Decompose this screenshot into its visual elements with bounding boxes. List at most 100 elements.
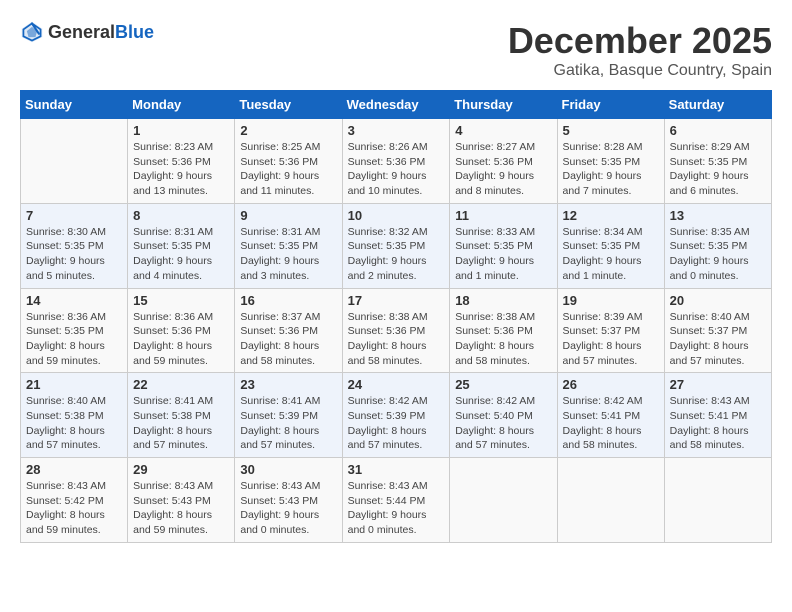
day-info: Sunrise: 8:40 AMSunset: 5:38 PMDaylight:… — [26, 394, 122, 453]
day-info: Sunrise: 8:36 AMSunset: 5:36 PMDaylight:… — [133, 310, 229, 369]
calendar-table: SundayMondayTuesdayWednesdayThursdayFrid… — [20, 90, 772, 543]
day-of-week-monday: Monday — [128, 91, 235, 119]
day-info: Sunrise: 8:41 AMSunset: 5:39 PMDaylight:… — [240, 394, 336, 453]
logo-general: General — [48, 22, 115, 42]
day-number: 31 — [348, 462, 445, 477]
day-cell: 14 Sunrise: 8:36 AMSunset: 5:35 PMDayligh… — [21, 288, 128, 373]
main-title: December 2025 — [508, 20, 772, 62]
day-cell: 16 Sunrise: 8:37 AMSunset: 5:36 PMDayligh… — [235, 288, 342, 373]
day-cell: 17 Sunrise: 8:38 AMSunset: 5:36 PMDayligh… — [342, 288, 450, 373]
day-number: 6 — [670, 123, 766, 138]
day-info: Sunrise: 8:42 AMSunset: 5:39 PMDaylight:… — [348, 394, 445, 453]
day-info: Sunrise: 8:28 AMSunset: 5:35 PMDaylight:… — [563, 140, 659, 199]
day-number: 17 — [348, 293, 445, 308]
day-cell: 10 Sunrise: 8:32 AMSunset: 5:35 PMDayligh… — [342, 203, 450, 288]
day-info: Sunrise: 8:25 AMSunset: 5:36 PMDaylight:… — [240, 140, 336, 199]
day-number: 19 — [563, 293, 659, 308]
day-cell: 26 Sunrise: 8:42 AMSunset: 5:41 PMDayligh… — [557, 373, 664, 458]
day-cell: 21 Sunrise: 8:40 AMSunset: 5:38 PMDayligh… — [21, 373, 128, 458]
day-info: Sunrise: 8:38 AMSunset: 5:36 PMDaylight:… — [348, 310, 445, 369]
day-info: Sunrise: 8:43 AMSunset: 5:42 PMDaylight:… — [26, 479, 122, 538]
day-info: Sunrise: 8:30 AMSunset: 5:35 PMDaylight:… — [26, 225, 122, 284]
day-cell: 18 Sunrise: 8:38 AMSunset: 5:36 PMDayligh… — [450, 288, 557, 373]
week-row-3: 14 Sunrise: 8:36 AMSunset: 5:35 PMDayligh… — [21, 288, 772, 373]
day-cell — [450, 458, 557, 543]
day-cell: 23Sunrise: 8:41 AMSunset: 5:39 PMDayligh… — [235, 373, 342, 458]
day-cell: 27Sunrise: 8:43 AMSunset: 5:41 PMDayligh… — [664, 373, 771, 458]
day-info: Sunrise: 8:35 AMSunset: 5:35 PMDaylight:… — [670, 225, 766, 284]
day-info: Sunrise: 8:27 AMSunset: 5:36 PMDaylight:… — [455, 140, 551, 199]
day-number: 18 — [455, 293, 551, 308]
week-row-4: 21 Sunrise: 8:40 AMSunset: 5:38 PMDayligh… — [21, 373, 772, 458]
day-info: Sunrise: 8:40 AMSunset: 5:37 PMDaylight:… — [670, 310, 766, 369]
day-info: Sunrise: 8:33 AMSunset: 5:35 PMDaylight:… — [455, 225, 551, 284]
day-number: 7 — [26, 208, 122, 223]
day-number: 26 — [563, 377, 659, 392]
day-cell: 6 Sunrise: 8:29 AMSunset: 5:35 PMDaylight… — [664, 119, 771, 204]
page-header: GeneralBlue December 2025 Gatika, Basque… — [20, 20, 772, 80]
day-cell: 22 Sunrise: 8:41 AMSunset: 5:38 PMDayligh… — [128, 373, 235, 458]
day-cell: 5 Sunrise: 8:28 AMSunset: 5:35 PMDaylight… — [557, 119, 664, 204]
day-info: Sunrise: 8:41 AMSunset: 5:38 PMDaylight:… — [133, 394, 229, 453]
day-info: Sunrise: 8:42 AMSunset: 5:40 PMDaylight:… — [455, 394, 551, 453]
day-number: 16 — [240, 293, 336, 308]
day-cell: 1Sunrise: 8:23 AMSunset: 5:36 PMDaylight… — [128, 119, 235, 204]
week-row-1: 1Sunrise: 8:23 AMSunset: 5:36 PMDaylight… — [21, 119, 772, 204]
day-cell: 30 Sunrise: 8:43 AMSunset: 5:43 PMDayligh… — [235, 458, 342, 543]
day-number: 5 — [563, 123, 659, 138]
day-info: Sunrise: 8:36 AMSunset: 5:35 PMDaylight:… — [26, 310, 122, 369]
day-info: Sunrise: 8:39 AMSunset: 5:37 PMDaylight:… — [563, 310, 659, 369]
logo-blue: Blue — [115, 22, 154, 42]
day-cell: 25Sunrise: 8:42 AMSunset: 5:40 PMDayligh… — [450, 373, 557, 458]
day-info: Sunrise: 8:37 AMSunset: 5:36 PMDaylight:… — [240, 310, 336, 369]
day-of-week-tuesday: Tuesday — [235, 91, 342, 119]
day-info: Sunrise: 8:43 AMSunset: 5:43 PMDaylight:… — [240, 479, 336, 538]
week-row-5: 28 Sunrise: 8:43 AMSunset: 5:42 PMDayligh… — [21, 458, 772, 543]
day-of-week-thursday: Thursday — [450, 91, 557, 119]
day-cell: 31 Sunrise: 8:43 AMSunset: 5:44 PMDayligh… — [342, 458, 450, 543]
logo-icon — [20, 20, 44, 44]
day-number: 13 — [670, 208, 766, 223]
day-number: 22 — [133, 377, 229, 392]
day-info: Sunrise: 8:32 AMSunset: 5:35 PMDaylight:… — [348, 225, 445, 284]
day-number: 2 — [240, 123, 336, 138]
day-cell: 3 Sunrise: 8:26 AMSunset: 5:36 PMDaylight… — [342, 119, 450, 204]
day-number: 21 — [26, 377, 122, 392]
day-cell: 2 Sunrise: 8:25 AMSunset: 5:36 PMDaylight… — [235, 119, 342, 204]
day-info: Sunrise: 8:23 AMSunset: 5:36 PMDaylight:… — [133, 140, 229, 199]
day-of-week-header: SundayMondayTuesdayWednesdayThursdayFrid… — [21, 91, 772, 119]
day-info: Sunrise: 8:42 AMSunset: 5:41 PMDaylight:… — [563, 394, 659, 453]
day-number: 12 — [563, 208, 659, 223]
day-number: 10 — [348, 208, 445, 223]
day-number: 9 — [240, 208, 336, 223]
day-number: 29 — [133, 462, 229, 477]
day-info: Sunrise: 8:38 AMSunset: 5:36 PMDaylight:… — [455, 310, 551, 369]
calendar-body: 1Sunrise: 8:23 AMSunset: 5:36 PMDaylight… — [21, 119, 772, 543]
day-cell: 29Sunrise: 8:43 AMSunset: 5:43 PMDayligh… — [128, 458, 235, 543]
day-number: 30 — [240, 462, 336, 477]
day-number: 8 — [133, 208, 229, 223]
day-info: Sunrise: 8:43 AMSunset: 5:44 PMDaylight:… — [348, 479, 445, 538]
day-number: 3 — [348, 123, 445, 138]
logo: GeneralBlue — [20, 20, 154, 44]
day-cell — [557, 458, 664, 543]
day-info: Sunrise: 8:29 AMSunset: 5:35 PMDaylight:… — [670, 140, 766, 199]
day-number: 27 — [670, 377, 766, 392]
day-info: Sunrise: 8:26 AMSunset: 5:36 PMDaylight:… — [348, 140, 445, 199]
week-row-2: 7 Sunrise: 8:30 AMSunset: 5:35 PMDaylight… — [21, 203, 772, 288]
day-number: 14 — [26, 293, 122, 308]
day-cell: 11 Sunrise: 8:33 AMSunset: 5:35 PMDayligh… — [450, 203, 557, 288]
day-info: Sunrise: 8:31 AMSunset: 5:35 PMDaylight:… — [133, 225, 229, 284]
day-cell: 24Sunrise: 8:42 AMSunset: 5:39 PMDayligh… — [342, 373, 450, 458]
day-cell: 4 Sunrise: 8:27 AMSunset: 5:36 PMDaylight… — [450, 119, 557, 204]
day-cell: 9Sunrise: 8:31 AMSunset: 5:35 PMDaylight… — [235, 203, 342, 288]
day-cell: 13 Sunrise: 8:35 AMSunset: 5:35 PMDayligh… — [664, 203, 771, 288]
day-cell — [21, 119, 128, 204]
day-number: 28 — [26, 462, 122, 477]
day-number: 20 — [670, 293, 766, 308]
subtitle: Gatika, Basque Country, Spain — [508, 62, 772, 80]
day-cell — [664, 458, 771, 543]
day-number: 4 — [455, 123, 551, 138]
day-number: 11 — [455, 208, 551, 223]
day-of-week-friday: Friday — [557, 91, 664, 119]
